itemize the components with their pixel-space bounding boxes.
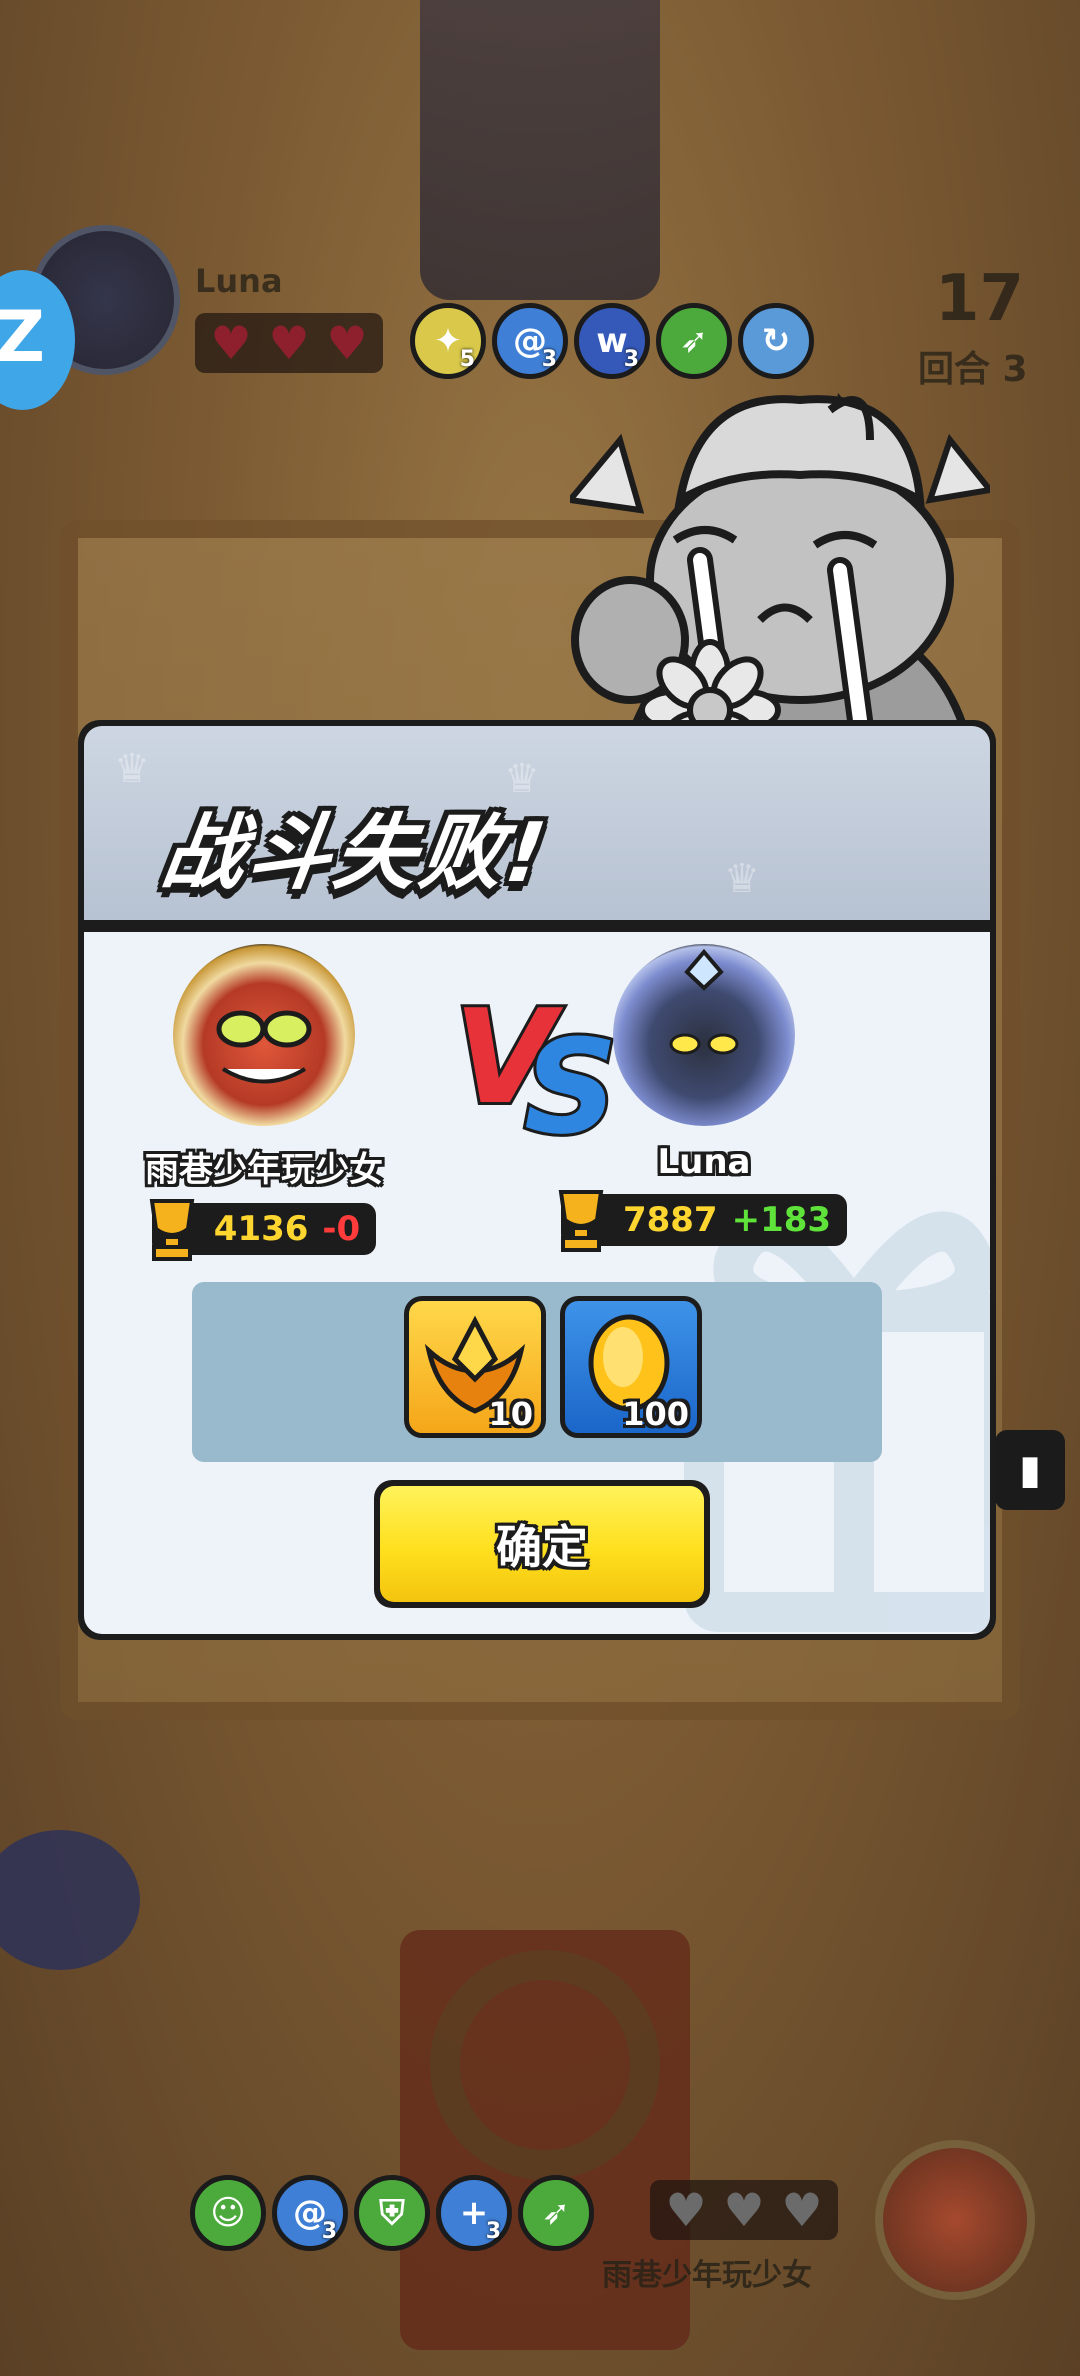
self-player-card: 雨巷少年玩少女 4136 -0 xyxy=(104,944,424,1261)
crown-pattern-icon: ♛ xyxy=(724,856,760,902)
confirm-button[interactable]: 确定 xyxy=(374,1480,710,1608)
self-skill-row: ☺ @3 ⛨ +3 ➶ xyxy=(190,2175,594,2251)
skill-count: 3 xyxy=(623,347,639,372)
opponent-trophy-pill: 7887 +183 xyxy=(558,1190,848,1252)
swirl-icon: @3 xyxy=(492,303,568,379)
self-trophy-count: 4136 xyxy=(213,1209,309,1249)
dialog-body: 雨巷少年玩少女 4136 -0 V S Luna 7887 +183 10 10… xyxy=(84,932,990,1634)
opponent-skill-row: ✦ 5 @3 ᴡ3 ➶ ↻ xyxy=(410,303,814,379)
shield-icon: ⛨ xyxy=(354,2175,430,2251)
skill-count: 3 xyxy=(541,347,557,372)
battle-result-dialog: ♛ ♛ ♛ ♛ 战斗失败! 雨巷少年玩少女 4136 -0 V S Luna 7… xyxy=(78,720,996,1640)
trophy-icon xyxy=(149,1199,195,1261)
reward-coin-item[interactable]: 100 xyxy=(560,1296,702,1438)
heart-icon: ♥ xyxy=(210,316,252,370)
skill-count: 3 xyxy=(485,2219,501,2244)
opponent-player-card: Luna 7887 +183 xyxy=(544,944,864,1252)
opponent-trophy-delta: +183 xyxy=(731,1200,832,1240)
opponent-result-avatar xyxy=(613,944,795,1126)
opponent-hearts: ♥ ♥ ♥ xyxy=(195,313,383,373)
plus-icon: +3 xyxy=(436,2175,512,2251)
heart-icon: ♥ xyxy=(723,2183,765,2237)
goggles-icon xyxy=(216,1010,312,1084)
swirl-icon: @3 xyxy=(272,2175,348,2251)
heart-icon: ♥ xyxy=(268,316,310,370)
robot-helmet-icon xyxy=(669,948,739,1055)
opponent-result-name: Luna xyxy=(657,1142,751,1182)
self-hud-name: 雨巷少年玩少女 xyxy=(602,2258,812,2293)
reward-badge-item[interactable]: 10 xyxy=(404,1296,546,1438)
spin-icon: ↻ xyxy=(738,303,814,379)
crown-pattern-icon: ♛ xyxy=(114,746,150,792)
self-hud-avatar xyxy=(875,2140,1035,2300)
self-hearts: ♥ ♥ ♥ xyxy=(650,2180,838,2240)
yolo-icon: ☺ xyxy=(190,2175,266,2251)
claw-icon: ᴡ3 xyxy=(574,303,650,379)
side-tab-glyph: Z xyxy=(0,296,45,378)
arrow-icon: ➶ xyxy=(656,303,732,379)
reward-badge-count: 10 xyxy=(488,1395,533,1433)
self-trophy-pill: 4136 -0 xyxy=(149,1199,377,1261)
rewards-panel: 10 100 xyxy=(192,1282,882,1462)
heart-icon: ♥ xyxy=(665,2183,707,2237)
stats-chart-icon[interactable]: ▮ xyxy=(995,1430,1065,1510)
opponent-trophy-count: 7887 xyxy=(622,1200,718,1240)
battle-defeat-title: 战斗失败! xyxy=(156,806,555,901)
opponent-name: Luna xyxy=(195,262,283,300)
skill-count: 3 xyxy=(321,2219,337,2244)
boost-icon: ✦ 5 xyxy=(410,303,486,379)
self-player-name: 雨巷少年玩少女 xyxy=(145,1150,383,1190)
heart-icon: ♥ xyxy=(781,2183,823,2237)
confirm-button-label: 确定 xyxy=(380,1486,704,1602)
skill-count: 5 xyxy=(459,347,475,372)
heart-icon: ♥ xyxy=(326,316,368,370)
arrow-icon: ➶ xyxy=(518,2175,594,2251)
trophy-icon xyxy=(558,1190,604,1252)
dialog-header: ♛ ♛ ♛ ♛ 战斗失败! xyxy=(84,726,990,926)
turn-number: 17 xyxy=(935,262,1025,336)
reward-coin-count: 100 xyxy=(622,1395,689,1433)
self-trophy-delta: -0 xyxy=(322,1209,361,1249)
self-avatar xyxy=(173,944,355,1126)
